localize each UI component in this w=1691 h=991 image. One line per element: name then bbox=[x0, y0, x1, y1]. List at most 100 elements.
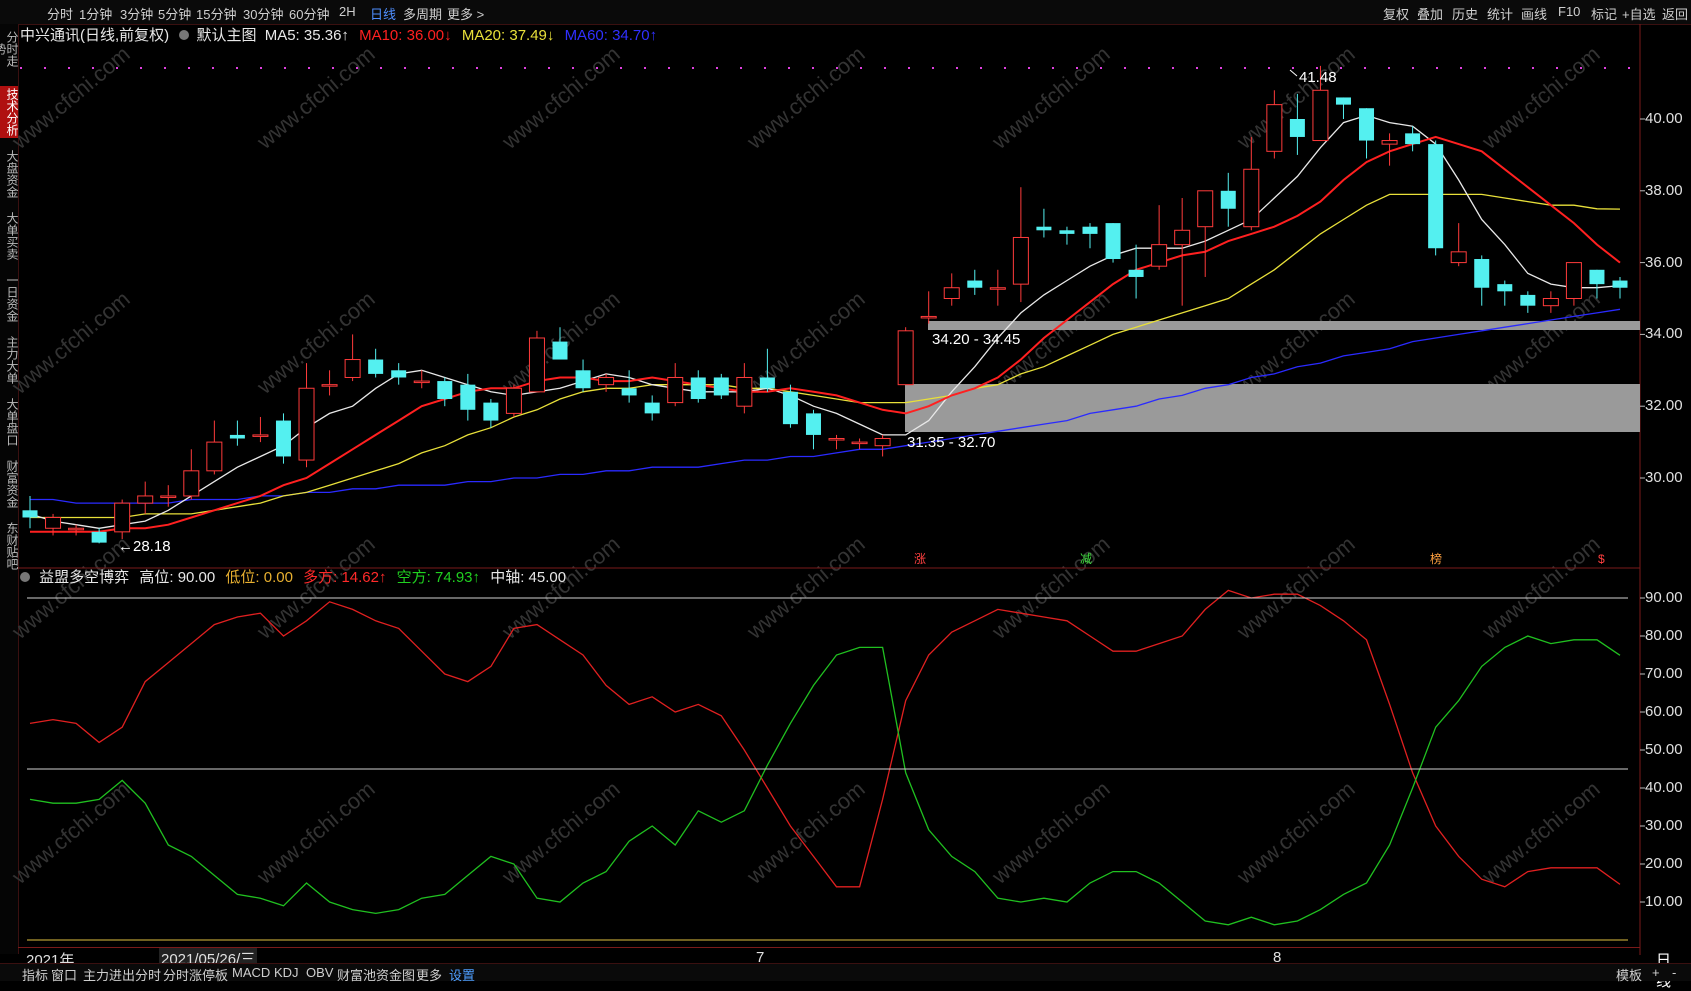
watermark-text: www.cfchi.com bbox=[496, 41, 624, 154]
candle[interactable] bbox=[943, 273, 960, 306]
candle[interactable] bbox=[621, 370, 637, 403]
zoom-out-button[interactable]: - bbox=[1672, 965, 1676, 980]
watermark-text: www.cfchi.com bbox=[1476, 531, 1604, 644]
bottom-more[interactable]: 更多 bbox=[416, 965, 442, 984]
template-icon[interactable] bbox=[179, 30, 190, 40]
bottom-wealth-chart[interactable]: 财富池资金图 bbox=[337, 965, 415, 984]
candle[interactable] bbox=[1174, 197, 1191, 306]
watermark-text: www.cfchi.com bbox=[251, 41, 379, 154]
ma5-value: MA5: 35.36↑ bbox=[264, 27, 349, 44]
candle[interactable] bbox=[1612, 276, 1628, 299]
indicator-mid: 中轴: 45.00 bbox=[490, 569, 567, 586]
bottom-indicator[interactable]: 指标 bbox=[22, 965, 48, 984]
candle[interactable] bbox=[1059, 226, 1075, 245]
watermark-text: www.cfchi.com bbox=[986, 776, 1114, 889]
candle[interactable] bbox=[690, 370, 706, 403]
watermark-text: www.cfchi.com bbox=[741, 776, 869, 889]
candle[interactable] bbox=[967, 269, 983, 295]
bottom-toolbar: 指标 窗口 主力进出分时 分时涨停板 MACD KDJ OBV 财富池资金图 更… bbox=[0, 963, 1691, 984]
watermark-text: www.cfchi.com bbox=[741, 41, 869, 154]
candle[interactable] bbox=[874, 434, 891, 457]
candle[interactable] bbox=[828, 434, 845, 450]
bottom-obv[interactable]: OBV bbox=[306, 965, 333, 980]
candle[interactable] bbox=[252, 416, 269, 443]
candle[interactable] bbox=[1220, 172, 1236, 227]
bottom-main-flow[interactable]: 主力进出分时 bbox=[83, 965, 161, 984]
candle[interactable] bbox=[528, 330, 545, 393]
price-tick-label: 38.00 bbox=[1645, 181, 1683, 199]
candle[interactable] bbox=[667, 363, 684, 407]
candle[interactable] bbox=[22, 495, 38, 529]
candle[interactable] bbox=[1520, 291, 1536, 313]
indicator-high: 高位: 90.00 bbox=[139, 569, 216, 586]
candle[interactable] bbox=[298, 363, 315, 468]
indicator-tick-label: 50.00 bbox=[1645, 741, 1683, 758]
bottom-limit-board[interactable]: 分时涨停板 bbox=[163, 965, 228, 984]
high-price-label: 41.48 bbox=[1299, 69, 1337, 86]
indicator-tick-label: 90.00 bbox=[1645, 589, 1683, 606]
candle[interactable] bbox=[1105, 223, 1121, 263]
candle[interactable] bbox=[1542, 291, 1559, 313]
bottom-window[interactable]: 窗口 bbox=[51, 965, 77, 984]
candle[interactable] bbox=[344, 334, 361, 382]
indicator-tick-label: 60.00 bbox=[1645, 703, 1683, 720]
candle[interactable] bbox=[413, 370, 430, 389]
candle[interactable] bbox=[805, 409, 821, 450]
candle[interactable] bbox=[183, 449, 200, 500]
lower-zone-label: 31.35 - 32.70 bbox=[907, 434, 995, 451]
watermark-text: www.cfchi.com bbox=[6, 531, 134, 644]
bottom-settings[interactable]: 设置 bbox=[449, 965, 475, 984]
candle[interactable] bbox=[460, 373, 476, 421]
candle[interactable] bbox=[391, 363, 407, 385]
candle[interactable] bbox=[1012, 187, 1029, 303]
watermark-text: www.cfchi.com bbox=[1476, 776, 1604, 889]
indicator-menu-icon[interactable] bbox=[20, 572, 30, 582]
candle[interactable] bbox=[275, 413, 291, 464]
candle[interactable] bbox=[321, 370, 338, 396]
candle[interactable] bbox=[1497, 280, 1513, 306]
candle[interactable] bbox=[368, 348, 384, 378]
zoom-in-button[interactable]: + bbox=[1652, 965, 1660, 980]
candle[interactable] bbox=[575, 359, 591, 392]
candle[interactable] bbox=[1082, 223, 1098, 249]
candle[interactable] bbox=[137, 481, 154, 514]
candle[interactable] bbox=[1474, 255, 1490, 306]
candle[interactable] bbox=[1335, 97, 1351, 119]
watermark-text: www.cfchi.com bbox=[251, 776, 379, 889]
candle[interactable] bbox=[920, 291, 937, 324]
candle[interactable] bbox=[1359, 108, 1375, 159]
bottom-macd[interactable]: MACD bbox=[232, 965, 270, 980]
template-label[interactable]: 默认主图 bbox=[197, 27, 257, 44]
candle[interactable] bbox=[713, 373, 729, 400]
watermark-text: www.cfchi.com bbox=[741, 531, 869, 644]
candle[interactable] bbox=[989, 269, 1006, 306]
candle[interactable] bbox=[1036, 208, 1052, 238]
candle[interactable] bbox=[897, 327, 914, 386]
watermark-text: www.cfchi.com bbox=[986, 531, 1114, 644]
kline-chart[interactable]: www.cfchi.com www.cfchi.com www.cfchi.com w… bbox=[0, 0, 1691, 980]
candle[interactable] bbox=[736, 363, 753, 414]
candle[interactable] bbox=[68, 524, 85, 536]
low-price-label: ←28.18 bbox=[118, 538, 171, 555]
candle[interactable] bbox=[505, 384, 522, 417]
candle[interactable] bbox=[1450, 223, 1467, 267]
indicator-tick-label: 10.00 bbox=[1645, 893, 1683, 910]
watermark-text: www.cfchi.com bbox=[6, 286, 134, 399]
price-tick-label: 34.00 bbox=[1645, 325, 1683, 343]
price-tick-label: 40.00 bbox=[1645, 110, 1683, 127]
marker-dollar: $ bbox=[1598, 552, 1605, 566]
candle[interactable] bbox=[644, 395, 660, 421]
candle[interactable] bbox=[437, 377, 453, 407]
candle[interactable] bbox=[229, 420, 245, 446]
candle[interactable] bbox=[483, 399, 499, 428]
candle[interactable] bbox=[1428, 140, 1444, 256]
bottom-kdj[interactable]: KDJ bbox=[274, 965, 299, 980]
candle[interactable] bbox=[206, 420, 223, 475]
candle[interactable] bbox=[1128, 244, 1144, 299]
template-button[interactable]: 模板 bbox=[1616, 965, 1642, 984]
candle[interactable] bbox=[851, 438, 868, 450]
candle[interactable] bbox=[1197, 190, 1214, 277]
candle[interactable] bbox=[1151, 205, 1168, 270]
indicator-name[interactable]: 益盟多空博弈 bbox=[39, 569, 129, 586]
upper-zone-label: 34.20 - 34.45 bbox=[932, 331, 1020, 348]
